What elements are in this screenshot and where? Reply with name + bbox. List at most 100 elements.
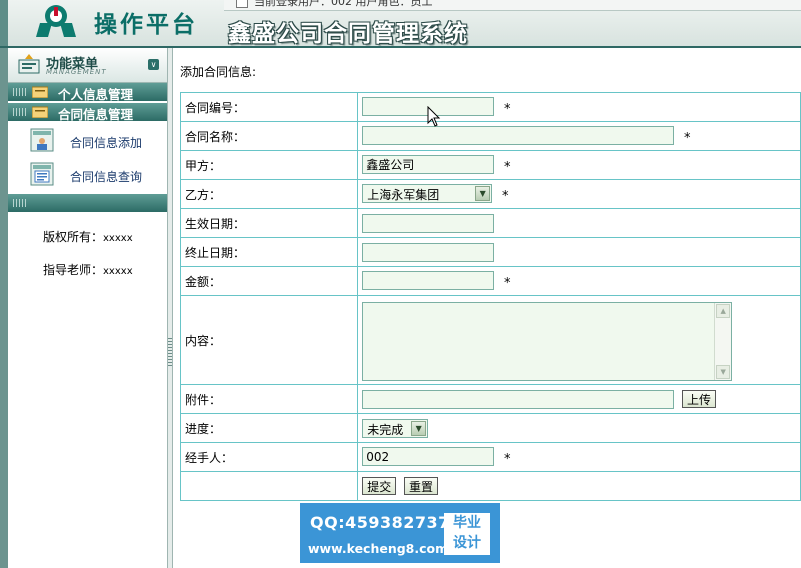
amount-label: 金额： xyxy=(179,266,359,296)
form-row-handler: 经手人： * xyxy=(179,442,801,472)
watermark-badge-line2: 设计 xyxy=(453,535,481,551)
chevron-down-icon[interactable]: ▼ xyxy=(475,186,491,201)
form-caption: 添加合同信息: xyxy=(180,65,257,79)
teacher-value: xxxxx xyxy=(103,266,133,277)
form-row-end-date: 终止日期： xyxy=(179,237,801,267)
folder-icon xyxy=(32,86,48,98)
sidebar: 功能菜单 MANAGEMENT ∨ 个人信息管理 合同信息管理 合同信息添加 合… xyxy=(8,48,167,568)
sidebar-item-label: 合同信息添加 xyxy=(70,136,143,150)
grip-icon xyxy=(13,199,27,207)
menu-group-personal[interactable]: 个人信息管理 xyxy=(8,83,167,102)
handler-input[interactable] xyxy=(362,447,495,466)
party-b-label: 乙方： xyxy=(179,179,359,209)
sidebar-item-contract-add[interactable]: 合同信息添加 xyxy=(8,124,167,158)
teacher-label: 指导老师： xyxy=(43,263,104,277)
party-b-select[interactable]: 上海永军集团 ▼ xyxy=(362,184,493,203)
contract-name-input[interactable] xyxy=(362,126,675,145)
sidebar-item-contract-query[interactable]: 合同信息查询 xyxy=(8,158,167,192)
form-row-party-b: 乙方： 上海永军集团 ▼ * xyxy=(179,179,801,209)
handler-label: 经手人： xyxy=(179,442,359,472)
content-cell: ▲ ▼ xyxy=(357,295,801,385)
watermark-badge-line1: 毕业 xyxy=(453,515,481,531)
attachment-label: 附件： xyxy=(179,384,359,414)
end-date-cell xyxy=(357,237,801,267)
handler-cell: * xyxy=(357,442,801,472)
contract-query-icon xyxy=(30,162,54,186)
form-row-progress: 进度： 未完成 ▼ xyxy=(179,413,801,443)
required-mark: * xyxy=(504,160,511,175)
copyright-label: 版权所有： xyxy=(43,230,104,244)
form-row-attachment: 附件： 上传 xyxy=(179,384,801,414)
teacher-line: 指导老师：xxxxx xyxy=(43,261,133,278)
submit-button[interactable]: 提交 xyxy=(362,477,397,495)
form-row-amount: 金额： * xyxy=(179,266,801,296)
sidebar-splitter[interactable] xyxy=(167,48,173,568)
system-title: 鑫盛公司合同管理系统 xyxy=(228,20,468,47)
menu-group-contract[interactable]: 合同信息管理 xyxy=(8,103,167,122)
header: 操作平台 当前登录用户：002 用户角色：员工 鑫盛公司合同管理系统 xyxy=(0,0,801,47)
content-label: 内容： xyxy=(179,295,359,385)
splitter-handle[interactable] xyxy=(168,338,172,366)
top-status-bar: 当前登录用户：002 用户角色：员工 xyxy=(224,0,801,11)
sidebar-item-label: 合同信息查询 xyxy=(70,170,143,184)
contract-add-icon xyxy=(30,128,54,152)
contract-name-cell: * xyxy=(357,121,801,151)
progress-label: 进度： xyxy=(179,413,359,443)
required-mark: * xyxy=(502,189,509,204)
menu-subtitle: MANAGEMENT xyxy=(46,68,107,76)
party-a-input[interactable] xyxy=(362,155,495,174)
header-left-rail xyxy=(0,0,8,46)
contract-no-label: 合同编号： xyxy=(179,92,359,122)
attachment-input[interactable] xyxy=(362,389,675,409)
amount-input[interactable] xyxy=(362,271,495,290)
scroll-down-icon[interactable]: ▼ xyxy=(716,364,731,379)
start-date-cell xyxy=(357,208,801,238)
start-date-input[interactable] xyxy=(362,213,495,233)
watermark-banner: QQ:459382737 www.kecheng8.com 毕业 设计 xyxy=(300,503,500,563)
bank-logo-icon xyxy=(36,5,76,37)
required-mark: * xyxy=(504,102,511,117)
copyright-value: xxxxx xyxy=(103,233,133,244)
required-mark: * xyxy=(504,276,511,291)
reset-button[interactable]: 重置 xyxy=(404,477,439,495)
grip-icon xyxy=(13,108,27,116)
folder-icon xyxy=(32,106,48,118)
watermark-site: www.kecheng8.com xyxy=(308,541,449,556)
upload-button[interactable]: 上传 xyxy=(682,390,717,408)
party-b-cell: 上海永军集团 ▼ * xyxy=(357,179,801,209)
scroll-up-icon[interactable]: ▲ xyxy=(716,303,731,318)
platform-title: 操作平台 xyxy=(94,11,198,38)
watermark-badge: 毕业 设计 xyxy=(444,513,490,555)
contract-form-table: 合同编号： * 合同名称： * 甲方： * 乙方： 上海永军集团 ▼ * 生效日… xyxy=(179,92,801,501)
content-scrollbar[interactable]: ▲ ▼ xyxy=(714,302,732,380)
collapse-menu-button[interactable]: ∨ xyxy=(148,59,159,70)
attachment-cell: 上传 xyxy=(357,384,801,414)
watermark-qq: QQ:459382737 xyxy=(310,513,450,532)
start-date-label: 生效日期： xyxy=(179,208,359,238)
contract-name-label: 合同名称： xyxy=(179,121,359,151)
party-a-label: 甲方： xyxy=(179,150,359,180)
sidebar-footer-bar xyxy=(8,194,167,212)
user-status-icon xyxy=(236,0,248,8)
grip-icon xyxy=(13,88,27,96)
required-mark: * xyxy=(504,452,511,467)
chevron-down-icon[interactable]: ▼ xyxy=(411,420,427,436)
form-row-contract-no: 合同编号： * xyxy=(179,92,801,122)
end-date-label: 终止日期： xyxy=(179,237,359,267)
end-date-input[interactable] xyxy=(362,242,495,262)
content-textarea[interactable]: ▲ ▼ xyxy=(362,301,733,381)
copyright-line: 版权所有：xxxxx xyxy=(43,228,133,245)
party-b-selected-value: 上海永军集团 xyxy=(367,188,440,202)
actions-label-cell xyxy=(179,471,359,501)
menu-group-label: 合同信息管理 xyxy=(58,107,134,122)
actions-cell: 提交 重置 xyxy=(357,471,801,501)
progress-select[interactable]: 未完成 ▼ xyxy=(362,418,429,438)
form-row-content: 内容： ▲ ▼ xyxy=(179,295,801,385)
form-row-contract-name: 合同名称： * xyxy=(179,121,801,151)
contract-no-cell: * xyxy=(357,92,801,122)
amount-cell: * xyxy=(357,266,801,296)
mouse-cursor-icon xyxy=(427,106,441,127)
menu-header: 功能菜单 MANAGEMENT ∨ xyxy=(8,48,167,83)
progress-selected-value: 未完成 xyxy=(367,422,404,437)
form-row-party-a: 甲方： * xyxy=(179,150,801,180)
